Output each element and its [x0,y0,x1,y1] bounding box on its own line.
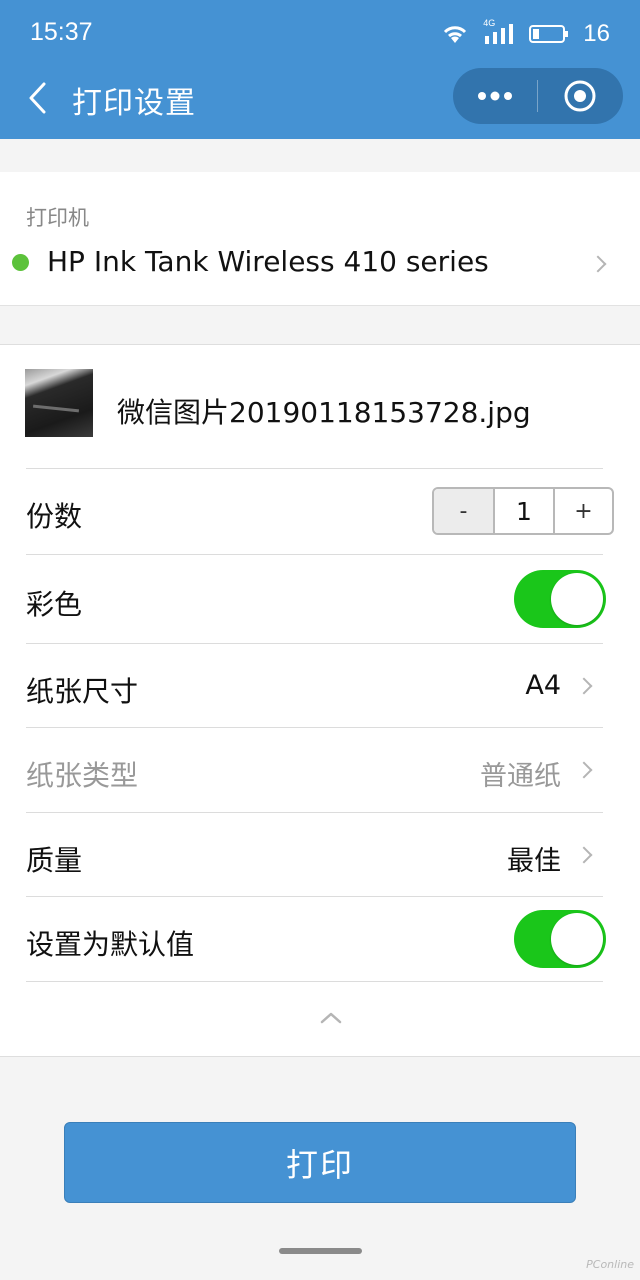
printer-select-row[interactable]: HP Ink Tank Wireless 410 series [0,234,640,294]
set-default-label: 设置为默认值 [26,928,195,961]
chevron-right-icon [575,677,593,695]
set-default-row: 设置为默认值 [26,896,606,982]
quality-label: 质量 [26,844,83,877]
more-button[interactable] [453,68,537,124]
file-thumbnail [25,369,93,437]
color-row: 彩色 [26,554,606,643]
set-default-toggle[interactable] [514,910,606,968]
paper-type-value: 普通纸 [480,761,561,792]
watermark: PConline [586,1258,634,1271]
home-indicator[interactable] [279,1248,362,1254]
printer-status-dot [12,254,29,271]
copies-increment-button[interactable]: + [553,489,612,533]
print-settings-section: 微信图片20190118153728.jpg 份数 - 1 + 彩色 纸张尺寸 … [0,344,640,1057]
chevron-left-icon [29,82,46,114]
close-mini-program-button[interactable] [538,68,622,124]
color-toggle[interactable] [514,570,606,628]
file-row: 微信图片20190118153728.jpg [0,345,640,469]
signal-icon: 4G [483,18,515,46]
chevron-right-icon [575,761,593,779]
paper-size-value: A4 [525,670,561,701]
quality-value: 最佳 [507,846,561,877]
status-time: 15:37 [30,18,93,46]
status-bar: 15:37 4G 16 [0,0,640,66]
wifi-icon [444,26,467,43]
page-title: 打印设置 [72,86,196,121]
paper-size-row[interactable]: 纸张尺寸 A4 [26,643,603,727]
paper-type-label: 纸张类型 [26,759,139,792]
copies-row: 份数 - 1 + [26,468,614,554]
toggle-knob [551,573,603,625]
quality-row[interactable]: 质量 最佳 [26,812,603,896]
print-button[interactable]: 打印 [64,1122,576,1203]
status-icons: 4G 16 [441,18,610,50]
toggle-knob [551,913,603,965]
paper-size-label: 纸张尺寸 [26,675,139,708]
paper-type-row[interactable]: 纸张类型 普通纸 [26,727,603,812]
chevron-right-icon [575,846,593,864]
target-circle-icon [564,80,596,112]
mini-program-capsule [453,68,623,124]
copies-stepper: - 1 + [432,487,614,535]
app-header: 15:37 4G 16 打印设置 [0,0,640,139]
color-label: 彩色 [26,588,83,621]
printer-section: 打印机 HP Ink Tank Wireless 410 series [0,172,640,306]
more-dots-icon [478,91,512,101]
battery-level: 16 [583,20,610,47]
thumbnail-detail [32,404,80,413]
printer-name: HP Ink Tank Wireless 410 series [47,245,489,278]
copies-label: 份数 [26,500,83,533]
battery-icon [529,25,569,43]
printer-caption: 打印机 [26,206,89,230]
collapse-chevron-up-icon[interactable] [318,1005,344,1031]
chevron-right-icon [589,255,607,273]
copies-decrement-button[interactable]: - [434,489,495,533]
copies-value[interactable]: 1 [495,489,553,533]
back-button[interactable] [18,76,58,120]
nav-bar: 打印设置 [0,66,640,139]
file-name: 微信图片20190118153728.jpg [117,396,531,429]
